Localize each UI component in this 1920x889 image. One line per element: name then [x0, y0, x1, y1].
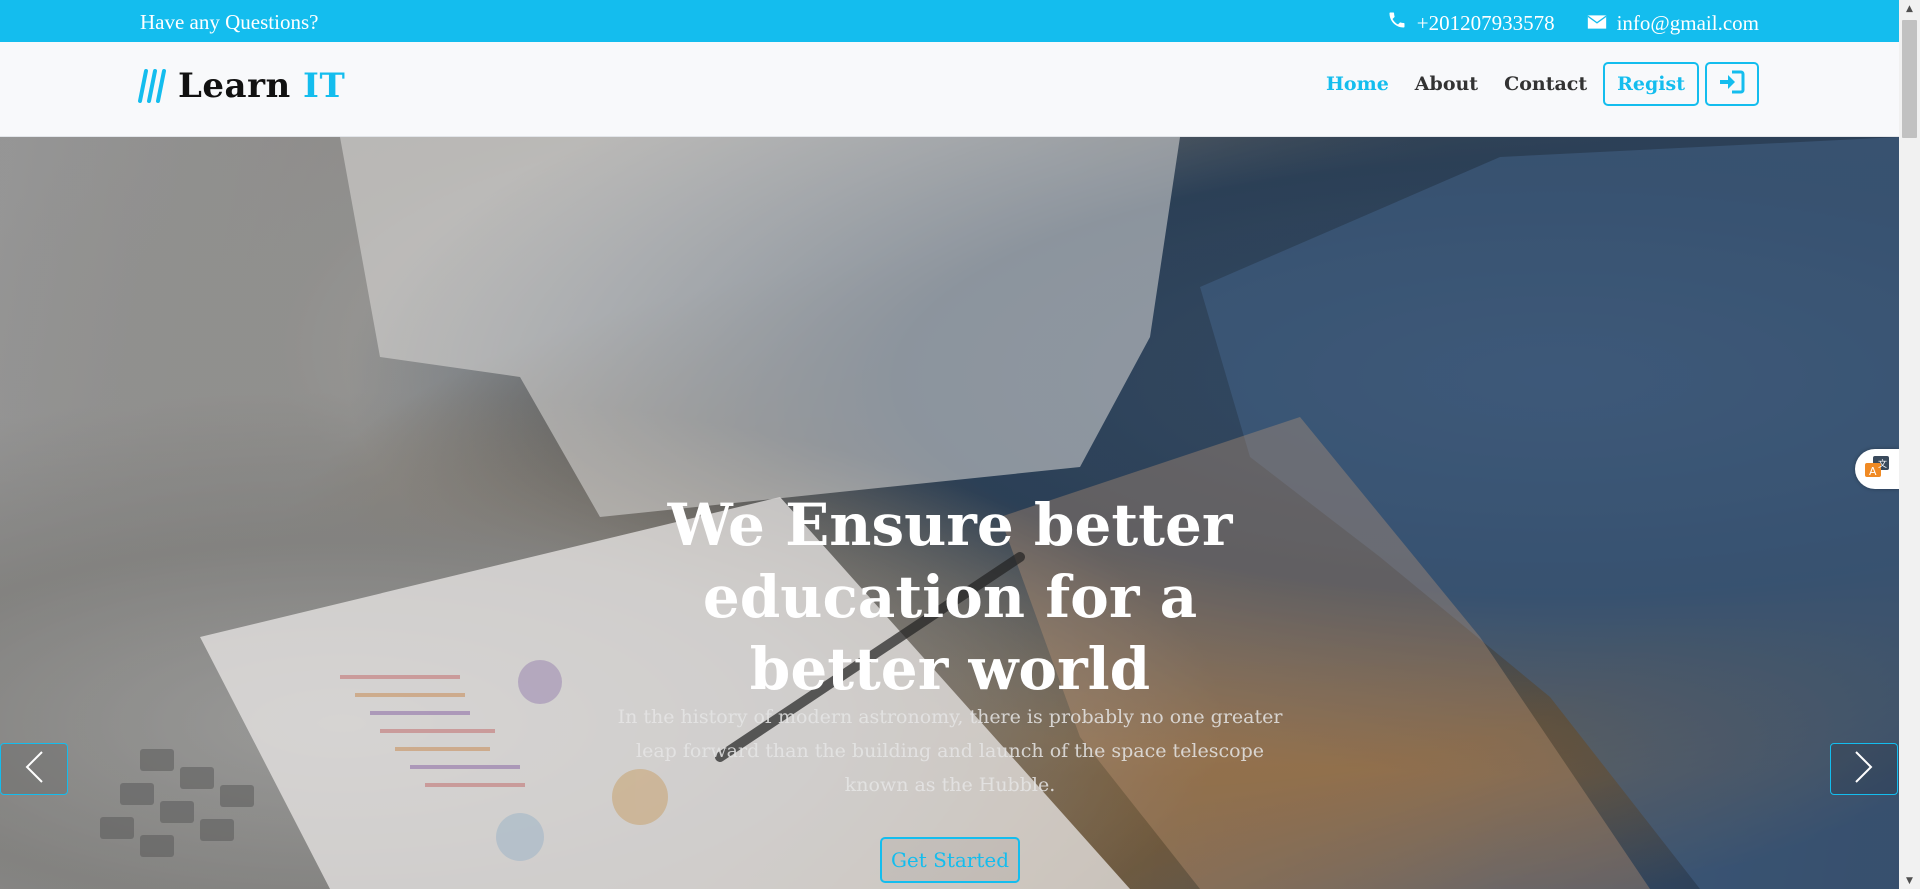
nav-menu: Home About Contact Regist [1300, 62, 1759, 106]
nav-link-about[interactable]: About [1415, 73, 1478, 95]
top-info-bar: Have any Questions? +201207933578 info@g… [0, 0, 1899, 42]
hero-carousel: We Ensure better education for a better … [0, 137, 1899, 889]
regist-button[interactable]: Regist [1603, 62, 1699, 106]
nav-link-contact[interactable]: Contact [1504, 73, 1587, 95]
get-started-button[interactable]: Get Started [880, 837, 1020, 883]
page-scrollbar[interactable]: ▲ ▼ [1899, 0, 1920, 889]
scrollbar-thumb[interactable] [1902, 20, 1917, 138]
scroll-up-arrow-icon[interactable]: ▲ [1899, 0, 1920, 17]
carousel-next-button[interactable] [1830, 743, 1898, 795]
hero-title: We Ensure better education for a better … [667, 491, 1233, 703]
email-address[interactable]: info@gmail.com [1617, 11, 1759, 36]
sign-in-icon [1719, 70, 1745, 99]
phone-number[interactable]: +201207933578 [1417, 11, 1555, 36]
chevron-left-icon [24, 750, 44, 788]
contact-info: +201207933578 info@gmail.com [1387, 10, 1759, 36]
svg-text:A: A [1869, 465, 1877, 478]
hero-subtitle: In the history of modern astronomy, ther… [617, 706, 1283, 796]
main-navbar: Learn IT Home About Contact Regist [0, 42, 1899, 137]
translate-widget[interactable]: A 文 [1855, 449, 1899, 489]
questions-text: Have any Questions? [140, 10, 319, 34]
logo-slashes-icon [138, 69, 168, 103]
translate-icon: A 文 [1863, 454, 1891, 484]
carousel-prev-button[interactable] [0, 743, 68, 795]
chevron-right-icon [1854, 750, 1874, 788]
logo-text: Learn IT [178, 66, 346, 106]
phone-icon [1387, 10, 1407, 36]
nav-link-home[interactable]: Home [1326, 73, 1389, 95]
site-logo[interactable]: Learn IT [138, 66, 345, 106]
svg-text:文: 文 [1878, 458, 1887, 470]
scroll-down-arrow-icon[interactable]: ▼ [1899, 872, 1920, 889]
login-button[interactable] [1705, 62, 1759, 106]
envelope-icon [1587, 11, 1607, 36]
